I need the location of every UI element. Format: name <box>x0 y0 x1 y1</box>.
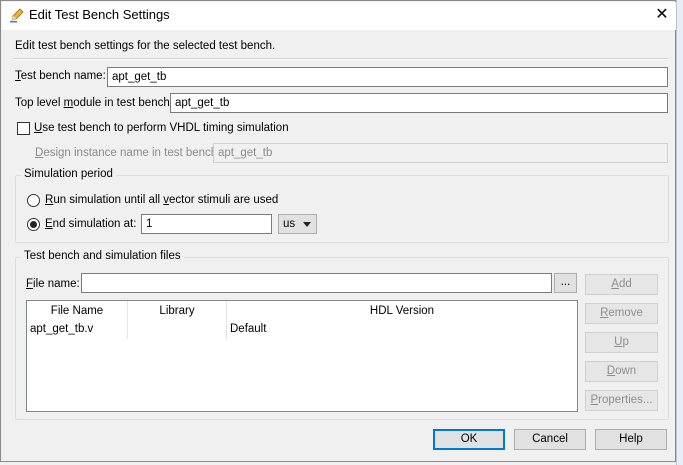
help-button[interactable]: Help <box>595 429 667 450</box>
browse-button[interactable]: ... <box>554 273 577 293</box>
close-icon[interactable]: ✕ <box>649 4 675 26</box>
top-level-module-input[interactable] <box>170 93 668 113</box>
dialog-title: Edit Test Bench Settings <box>29 7 170 22</box>
time-unit-value: us <box>283 218 296 230</box>
cancel-button[interactable]: Cancel <box>514 429 586 450</box>
test-bench-name-label: Test bench name: <box>15 70 106 82</box>
column-divider <box>127 321 128 339</box>
edit-test-bench-dialog: Edit Test Bench Settings ✕ Edit test ben… <box>0 0 676 462</box>
run-all-radio[interactable] <box>27 194 40 207</box>
files-table: File Name Library HDL Version apt_get_tb… <box>26 300 578 412</box>
design-instance-input <box>213 143 668 163</box>
column-divider <box>226 321 227 339</box>
test-bench-name-input[interactable] <box>107 67 668 87</box>
table-row-file[interactable]: apt_get_tb.v <box>30 323 93 335</box>
background-window-edge <box>676 0 683 465</box>
edit-pencil-icon <box>10 8 24 23</box>
column-header-file-name[interactable]: File Name <box>27 301 128 321</box>
file-name-label: File name: <box>26 278 80 290</box>
chevron-down-icon <box>303 222 311 227</box>
simulation-period-title: Simulation period <box>21 168 116 180</box>
files-group-title: Test bench and simulation files <box>21 250 184 262</box>
dialog-description: Edit test bench settings for the selecte… <box>15 40 276 52</box>
remove-button[interactable]: Remove <box>585 303 658 324</box>
up-button[interactable]: Up <box>585 332 658 353</box>
properties-button[interactable]: Properties... <box>585 390 658 411</box>
ok-button[interactable]: OK <box>433 429 505 450</box>
vhdl-timing-checkbox[interactable] <box>17 122 30 135</box>
top-level-module-label: Top level module in test bench: <box>15 97 173 109</box>
end-time-input[interactable] <box>141 214 272 234</box>
down-button[interactable]: Down <box>585 361 658 382</box>
end-at-label: End simulation at: <box>45 218 137 230</box>
run-all-label: Run simulation until all vector stimuli … <box>45 194 279 206</box>
end-at-radio[interactable] <box>27 218 40 231</box>
file-name-input[interactable] <box>81 273 552 293</box>
vhdl-timing-label: Use test bench to perform VHDL timing si… <box>34 122 289 134</box>
column-header-library[interactable]: Library <box>128 301 227 321</box>
table-row-hdl[interactable]: Default <box>230 323 266 335</box>
time-unit-select[interactable]: us <box>278 214 317 234</box>
simulation-period-group <box>15 175 669 243</box>
column-header-hdl-version[interactable]: HDL Version <box>227 301 577 321</box>
design-instance-label: Design instance name in test bench: <box>35 147 221 159</box>
add-button[interactable]: Add <box>585 274 658 295</box>
separator <box>14 58 668 60</box>
